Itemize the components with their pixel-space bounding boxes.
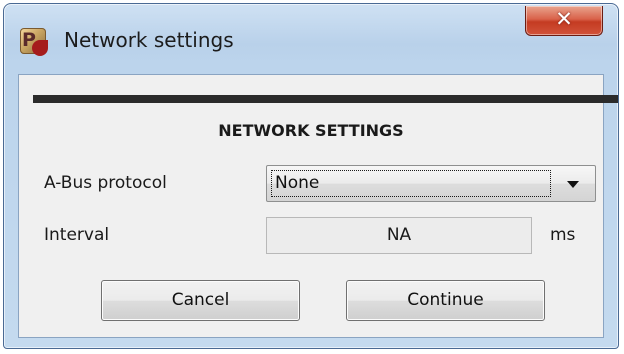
close-icon: ✕ bbox=[555, 7, 573, 31]
app-logo-icon: P bbox=[20, 28, 48, 56]
divider-bar bbox=[33, 95, 618, 103]
cancel-button[interactable]: Cancel bbox=[101, 280, 300, 321]
abus-protocol-selected-value: None bbox=[271, 170, 551, 197]
dropdown-arrow-icon[interactable] bbox=[567, 181, 579, 188]
close-button[interactable]: ✕ bbox=[525, 6, 603, 36]
section-heading: NETWORK SETTINGS bbox=[218, 121, 404, 140]
interval-unit-label: ms bbox=[550, 225, 576, 245]
interval-label: Interval bbox=[44, 225, 110, 245]
title-bar[interactable]: P Network settings ✕ bbox=[4, 4, 618, 74]
interval-field[interactable]: NA bbox=[266, 217, 532, 254]
dialog-content: NETWORK SETTINGS A-Bus protocol None Int… bbox=[18, 74, 618, 338]
dialog-window: P Network settings ✕ NETWORK SETTINGS A-… bbox=[3, 3, 619, 349]
abus-protocol-select[interactable]: None bbox=[266, 165, 596, 202]
continue-button[interactable]: Continue bbox=[346, 280, 545, 321]
abus-protocol-label: A-Bus protocol bbox=[44, 173, 167, 193]
window-title: Network settings bbox=[64, 28, 234, 52]
